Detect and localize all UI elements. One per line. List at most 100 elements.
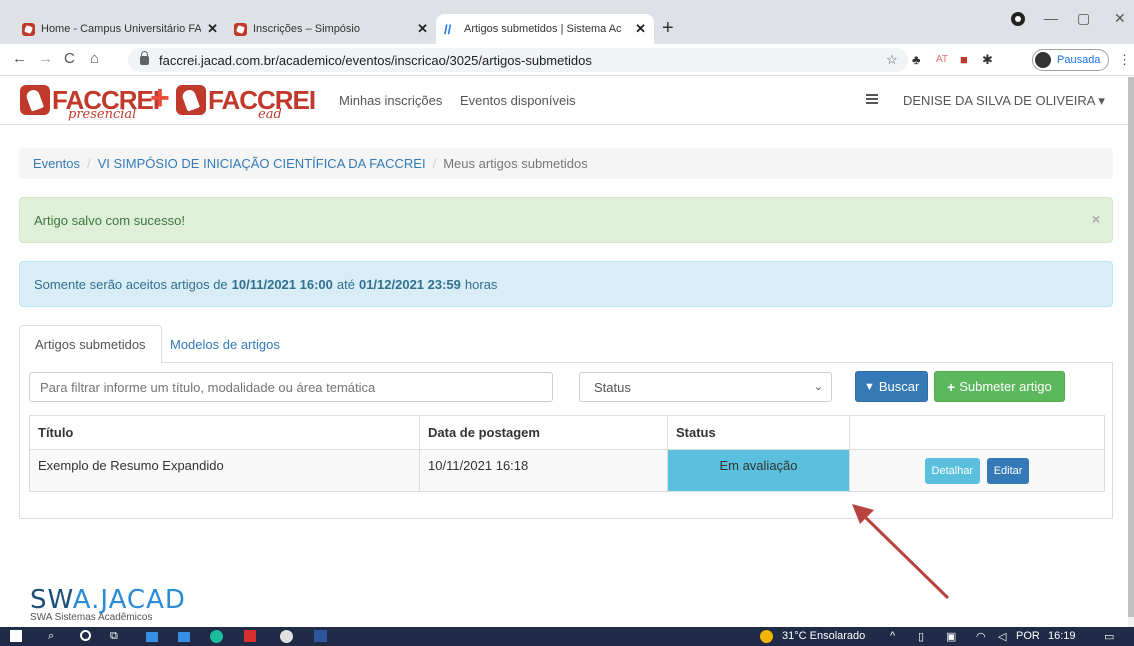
word-icon[interactable] [314, 630, 327, 642]
swa-jacad-logo: SWA.JACAD SWA Sistemas Acadêmicos [30, 585, 186, 623]
col-actions [849, 415, 1105, 450]
chevron-up-icon[interactable]: ^ [890, 630, 895, 642]
network-icon[interactable]: ▯ [918, 630, 924, 643]
scrollbar-thumb[interactable] [1128, 77, 1134, 617]
col-status: Status [667, 415, 850, 450]
chrome-icon[interactable] [280, 630, 293, 643]
faccrei-logo-icon [176, 85, 206, 115]
row-actions: Detalhar Editar [849, 449, 1105, 492]
search-icon[interactable]: ⌕ [48, 630, 54, 643]
language-indicator[interactable]: POR [1016, 630, 1040, 642]
pdf-icon[interactable] [244, 630, 256, 642]
success-alert: Artigo salvo com sucesso! × [19, 197, 1113, 243]
close-tab-icon[interactable]: ✕ [417, 21, 428, 37]
profile-button[interactable]: Pausada [1032, 49, 1110, 71]
breadcrumb-simposio[interactable]: VI SIMPÓSIO DE INICIAÇÃO CIENTÍFICA DA F… [98, 156, 426, 171]
store-icon[interactable] [146, 632, 158, 642]
extension-shield-icon[interactable]: ■ [960, 52, 968, 67]
close-window-icon[interactable]: ✕ [1114, 10, 1126, 27]
list-icon[interactable] [866, 94, 878, 104]
notifications-icon[interactable]: ▭ [1104, 630, 1114, 643]
article-date: 10/11/2021 16:18 [419, 449, 668, 492]
search-button[interactable]: ▼ Buscar [855, 371, 929, 402]
content-tabs: Artigos submetidos Modelos de artigos [19, 325, 1113, 364]
info-alert: Somente serão aceitos artigos de 10/11/2… [19, 261, 1113, 307]
avatar [1035, 52, 1051, 68]
table-header-row: Título Data de postagem Status [29, 415, 1105, 450]
start-datetime: 10/11/2021 16:00 [231, 276, 333, 292]
minimize-icon[interactable]: — [1044, 10, 1058, 26]
success-message: Artigo salvo com sucesso! [34, 212, 186, 228]
mail-icon[interactable] [178, 632, 190, 642]
url-field[interactable]: faccrei.jacad.com.br/academico/eventos/i… [128, 48, 908, 72]
close-tab-icon[interactable]: ✕ [207, 21, 218, 37]
puzzle-icon[interactable]: ✱ [982, 52, 993, 68]
end-datetime: 01/12/2021 23:59 [358, 276, 461, 292]
faccrei-ead-logo[interactable]: FACCREI ead [176, 83, 316, 122]
task-view-icon[interactable]: ⧉ [110, 630, 118, 643]
plus-icon: + [947, 378, 956, 395]
col-data: Data de postagem [419, 415, 668, 450]
chevron-down-icon: ⌄ [813, 381, 823, 393]
close-alert-icon[interactable]: × [1092, 211, 1100, 227]
maximize-icon[interactable]: ▢ [1077, 10, 1090, 27]
extension-at-icon[interactable]: AT [936, 54, 948, 65]
wifi-icon[interactable]: ◠ [976, 630, 986, 643]
plus-separator: + [150, 79, 170, 117]
new-tab-button[interactable]: + [662, 17, 674, 40]
tab-label: Home - Campus Universitário FA [41, 23, 201, 35]
browser-tab-inscricoes[interactable]: Inscrições – Simpósio ✕ [226, 14, 436, 44]
faccrei-logo-icon [20, 85, 50, 115]
site-header: FACCREI presencial + FACCREI ead Minhas … [0, 77, 1128, 125]
home-icon[interactable]: ⌂ [90, 50, 99, 67]
tab-label: Inscrições – Simpósio [253, 23, 360, 35]
breadcrumb-eventos[interactable]: Eventos [33, 156, 80, 171]
extension-icon[interactable]: ♣ [912, 52, 921, 67]
col-titulo: Título [29, 415, 420, 450]
clock[interactable]: 16:19 [1048, 630, 1076, 642]
jacad-favicon-icon: // [444, 21, 452, 37]
weather-text[interactable]: 31°C Ensolarado [782, 630, 865, 642]
nav-minhas-inscricoes[interactable]: Minhas inscrições [339, 93, 442, 108]
display-icon[interactable]: ▣ [946, 630, 956, 643]
menu-icon[interactable]: ⋮ [1118, 52, 1131, 68]
scrollbar[interactable] [1128, 77, 1134, 627]
breadcrumb-current: Meus artigos submetidos [443, 156, 588, 171]
annotation-arrow [852, 504, 950, 600]
bookmark-star-icon[interactable]: ☆ [886, 52, 898, 68]
tab-label: Artigos submetidos | Sistema Ac [464, 23, 622, 35]
forward-icon[interactable]: → [38, 50, 53, 67]
edge-icon[interactable] [210, 630, 223, 643]
edit-button[interactable]: Editar [986, 458, 1030, 484]
breadcrumb: Eventos / VI SIMPÓSIO DE INICIAÇÃO CIENT… [19, 148, 1113, 179]
tab-modelos-de-artigos[interactable]: Modelos de artigos [155, 325, 295, 363]
user-menu[interactable]: DENISE DA SILVA DE OLIVEIRA ▾ [903, 93, 1105, 109]
weather-sun-icon[interactable] [760, 630, 773, 643]
profile-status: Pausada [1057, 54, 1101, 66]
windows-start-icon[interactable] [10, 630, 22, 642]
status-badge: Em avaliação [667, 449, 850, 492]
volume-icon[interactable]: ◁ [998, 630, 1006, 643]
record-icon[interactable] [1011, 12, 1025, 26]
browser-tab-home[interactable]: Home - Campus Universitário FA ✕ [14, 14, 226, 44]
reload-icon[interactable]: C [64, 50, 75, 67]
close-tab-icon[interactable]: ✕ [635, 21, 646, 37]
faccrei-favicon-icon [22, 22, 35, 36]
arrow-shaft [860, 512, 950, 600]
submit-article-button[interactable]: + Submeter artigo [934, 371, 1065, 402]
url-text: faccrei.jacad.com.br/academico/eventos/i… [159, 52, 592, 68]
cortana-icon[interactable] [80, 630, 91, 641]
status-select[interactable]: Status ⌄ [579, 372, 832, 402]
browser-tab-artigos[interactable]: // Artigos submetidos | Sistema Ac ✕ [436, 14, 654, 44]
faccrei-favicon-icon [234, 22, 247, 36]
detail-button[interactable]: Detalhar [924, 458, 981, 484]
articles-table: Título Data de postagem Status Exemplo d… [29, 415, 1105, 492]
faccrei-presencial-logo[interactable]: FACCREI presencial [20, 83, 160, 122]
tab-artigos-submetidos[interactable]: Artigos submetidos [19, 325, 162, 364]
back-icon[interactable]: ← [12, 50, 27, 67]
article-title: Exemplo de Resumo Expandido [29, 449, 420, 492]
table-row: Exemplo de Resumo Expandido 10/11/2021 1… [29, 449, 1105, 492]
nav-eventos-disponiveis[interactable]: Eventos disponíveis [460, 93, 576, 108]
filter-input[interactable] [29, 372, 553, 402]
filter-icon: ▼ [864, 380, 875, 393]
